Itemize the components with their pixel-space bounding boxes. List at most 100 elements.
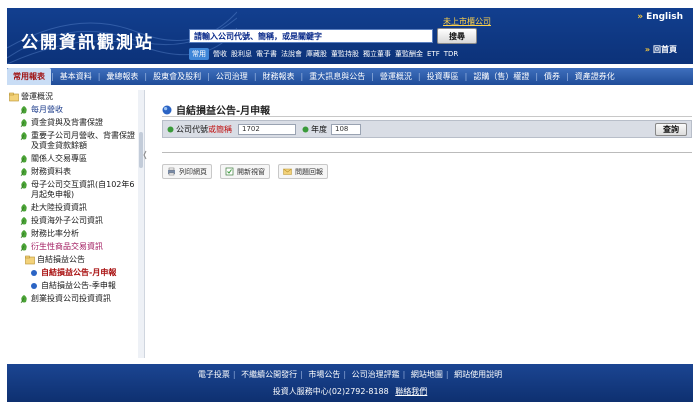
new-window-icon <box>225 167 234 176</box>
action-buttons: 列印網頁 開新視窗 問題回報 <box>162 164 328 179</box>
sidebar-item[interactable]: 自結損益公告-月申報 <box>9 268 136 278</box>
quick-link-treasury[interactable]: 庫藏股 <box>306 49 327 59</box>
sidebar-scrollbar[interactable] <box>138 90 144 358</box>
site-footer: 電子投票 | 不繼續公開發行 | 市場公告 | 公司治理評鑑 | 網站地圖 | 網站使用說… <box>7 364 693 402</box>
sidebar-item[interactable]: 母子公司交互資訊(自102年6月起免申報) <box>9 180 136 200</box>
nav-operations[interactable]: 營運概況 <box>374 68 418 85</box>
nav-summary-reports[interactable]: 彙總報表 <box>100 68 144 85</box>
leaf-icon <box>20 168 27 177</box>
nav-governance[interactable]: 公司治理 <box>210 68 254 85</box>
leaf-icon <box>20 181 27 190</box>
content-divider <box>162 152 692 153</box>
page-title: 自結損益公告-月申報 <box>176 106 271 117</box>
contact-link[interactable]: 聯絡我們 <box>395 387 427 396</box>
query-button[interactable]: 查詢 <box>655 123 687 136</box>
sidebar-item[interactable]: 自結損益公告 <box>9 255 136 265</box>
leaf-icon <box>20 132 27 141</box>
sidebar-root[interactable]: 營運概況 <box>9 92 136 102</box>
envelope-icon <box>283 168 292 175</box>
footer-link-evote[interactable]: 電子投票 <box>198 370 230 379</box>
nav-securitization[interactable]: 資產證券化 <box>569 68 621 85</box>
quick-link-tdr[interactable]: TDR <box>444 50 459 58</box>
leaf-icon <box>20 204 27 213</box>
leaf-icon <box>20 230 27 239</box>
leaf-icon <box>20 243 27 252</box>
quick-link-independent-director[interactable]: 獨立董事 <box>363 49 391 59</box>
nav-common-reports[interactable]: 常用報表 <box>7 68 51 85</box>
home-link[interactable]: » 回首頁 <box>645 44 677 55</box>
folder-open-icon <box>9 92 19 102</box>
printer-icon <box>168 167 175 176</box>
bullet-icon <box>31 270 37 276</box>
footer-link-usage[interactable]: 網站使用說明 <box>454 370 502 379</box>
new-window-button[interactable]: 開新視窗 <box>220 164 270 179</box>
nav-major-news[interactable]: 重大訊息與公告 <box>303 68 371 85</box>
sidebar-item[interactable]: 自結損益公告-季申報 <box>9 281 136 291</box>
bullet-icon <box>31 283 37 289</box>
globe-bullet-icon <box>162 105 172 114</box>
report-issue-button[interactable]: 問題回報 <box>278 164 328 179</box>
leaf-icon <box>20 217 27 226</box>
quick-link-director-pay[interactable]: 董監酬金 <box>395 49 423 59</box>
footer-link-governance-rating[interactable]: 公司治理評鑑 <box>352 370 400 379</box>
footer-links: 電子投票 | 不繼續公開發行 | 市場公告 | 公司治理評鑑 | 網站地圖 | 網站使用說… <box>197 370 503 379</box>
quick-link-etf[interactable]: ETF <box>427 50 440 58</box>
quick-link-revenue[interactable]: 營收 <box>213 49 227 59</box>
main-content: 自結損益公告-月申報 公司代號 或簡稱 年度 查詢 列印網頁 開新視窗 問題回報 <box>143 90 693 358</box>
year-input[interactable] <box>331 123 361 135</box>
upcoming-company-link[interactable]: 未上市櫃公司 <box>443 16 491 27</box>
nav-warrants[interactable]: 認購（售）權證 <box>467 68 535 85</box>
year-label: 年度 <box>311 124 327 134</box>
leaf-icon <box>20 119 27 128</box>
bullet-icon <box>167 126 174 132</box>
quick-link-ebook[interactable]: 電子書 <box>256 49 277 59</box>
print-button[interactable]: 列印網頁 <box>162 164 212 179</box>
leaf-icon <box>20 106 27 115</box>
nav-investment[interactable]: 投資專區 <box>421 68 465 85</box>
footer-link-market-notice[interactable]: 市場公告 <box>308 370 340 379</box>
sidebar-item[interactable]: 關係人交易專區 <box>9 154 136 164</box>
collapse-handle-icon[interactable] <box>143 150 147 160</box>
leaf-icon <box>20 155 27 164</box>
query-form: 公司代號 或簡稱 年度 查詢 <box>162 120 692 138</box>
sidebar-item[interactable]: 財務比率分析 <box>9 229 136 239</box>
search-input[interactable] <box>189 29 433 43</box>
sidebar-item[interactable]: 財務資料表 <box>9 167 136 177</box>
quick-tag: 常用 <box>189 48 209 60</box>
company-abbr-label: 或簡稱 <box>208 124 232 134</box>
nav-bonds[interactable]: 債券 <box>538 68 566 85</box>
nav-basic-info[interactable]: 基本資料 <box>54 68 98 85</box>
page-title-row: 自結損益公告-月申報 <box>162 102 270 117</box>
sidebar-tree: 營運概況 每月營收資金貸與及背書保證重要子公司月營收、背書保證及資金貸款餘額關係… <box>7 90 145 358</box>
company-id-label: 公司代號 <box>176 124 208 134</box>
double-chevron-icon: » <box>637 12 644 22</box>
footer-link-delisting[interactable]: 不繼續公開發行 <box>241 370 297 379</box>
double-chevron-icon: » <box>644 45 650 54</box>
footer-hotline: 投資人服務中心(02)2792-8188 聯絡我們 <box>7 386 693 397</box>
footer-link-sitemap[interactable]: 網站地圖 <box>411 370 443 379</box>
sidebar-item[interactable]: 衍生性商品交易資訊 <box>9 242 136 252</box>
sidebar-item[interactable]: 重要子公司月營收、背書保證及資金貸款餘額 <box>9 131 136 151</box>
company-id-input[interactable] <box>238 123 296 135</box>
hotline-text: 投資人服務中心(02)2792-8188 <box>272 387 389 396</box>
sidebar-item[interactable]: 赴大陸投資資訊 <box>9 203 136 213</box>
folder-open-icon <box>25 255 35 265</box>
sidebar-item[interactable]: 投資海外子公司資訊 <box>9 216 136 226</box>
quick-link-director-holding[interactable]: 董監持股 <box>331 49 359 59</box>
quick-link-dividend[interactable]: 股利息 <box>231 49 252 59</box>
leaf-icon <box>20 295 27 304</box>
nav-shareholders-dividend[interactable]: 股東會及股利 <box>147 68 207 85</box>
nav-financial-reports[interactable]: 財務報表 <box>257 68 301 85</box>
title-divider <box>162 116 692 117</box>
sidebar-item[interactable]: 資金貸與及背書保證 <box>9 118 136 128</box>
search-button[interactable]: 搜尋 <box>437 28 477 44</box>
sidebar-item[interactable]: 每月營收 <box>9 105 136 115</box>
bullet-icon <box>302 126 309 132</box>
english-link[interactable]: » English <box>637 12 683 22</box>
site-logo[interactable]: 公開資訊觀測站 <box>21 28 154 53</box>
site-header: 公開資訊觀測站 搜尋 常用 營收 股利息 電子書 法說會 庫藏股 董監持股 獨立… <box>7 8 693 64</box>
quick-links: 常用 營收 股利息 電子書 法說會 庫藏股 董監持股 獨立董事 董監酬金 ETF… <box>189 48 458 60</box>
sidebar-item[interactable]: 創業投資公司投資資訊 <box>9 294 136 304</box>
main-nav: 常用報表 | 基本資料 | 彙總報表 | 股東會及股利 | 公司治理 | 財務報… <box>7 68 693 85</box>
quick-link-conference[interactable]: 法說會 <box>281 49 302 59</box>
